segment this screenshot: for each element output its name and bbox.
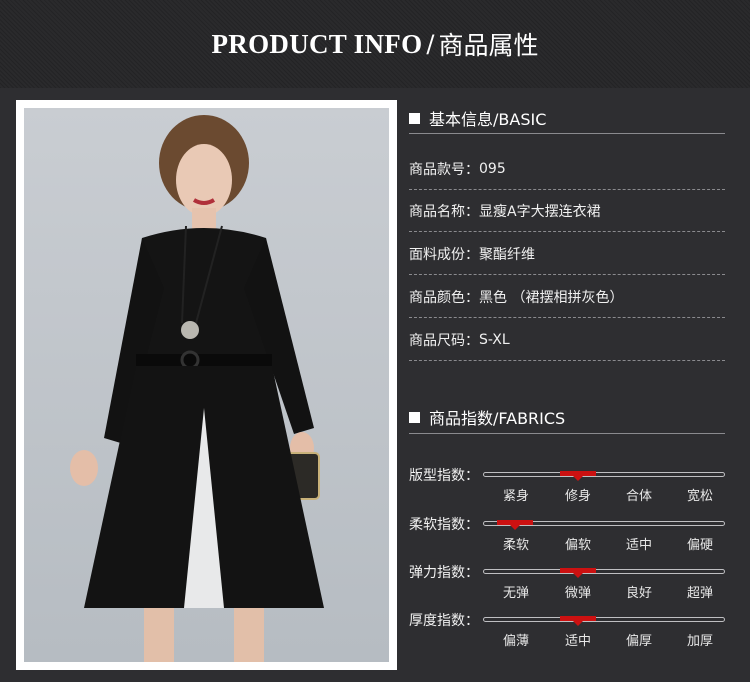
fabrics-title-text: 商品指数/FABRICS [429,409,566,428]
index-marker [497,520,533,530]
fabrics-divider [409,433,725,434]
index-option: 偏厚 [625,634,652,649]
index-scale-bar [483,569,725,574]
info-value: 显瘦A字大摆连衣裙 [479,203,601,220]
index-marker [560,616,596,626]
index-option: 偏薄 [502,634,529,649]
index-option: 超弹 [686,586,713,601]
info-label: 商品名称： [409,203,479,220]
model-photo-illustration [70,115,324,662]
index-row-fit: 版型指数： 紧身 修身 合体 宽松 [409,465,729,513]
header-title-en: PRODUCT INFO [211,28,423,59]
index-option: 紧身 [502,489,529,504]
square-bullet-icon [409,411,420,423]
info-row-style-no: 商品款号： 095 [409,148,725,190]
info-value: S-XL [479,331,510,348]
index-option: 合体 [625,489,652,504]
info-label: 商品尺码： [409,332,479,349]
index-option: 适中 [625,538,652,553]
index-option: 偏软 [564,538,591,553]
info-row-fabric: 面料成份： 聚酯纤维 [409,233,725,275]
index-row-softness: 柔软指数： 柔软 偏软 适中 偏硬 [409,514,729,562]
index-scale-bar [483,472,725,477]
product-photo-frame [16,100,397,670]
index-option: 偏硬 [686,538,713,553]
basic-divider [409,133,725,134]
index-marker [560,568,596,578]
header-separator: / [426,30,435,58]
index-row-thickness: 厚度指数： 偏薄 适中 偏厚 加厚 [409,610,729,658]
product-photo [24,108,389,662]
info-label: 面料成份： [409,246,479,263]
header-title-cn: 商品属性 [438,31,539,60]
index-option: 无弹 [502,586,529,601]
index-option: 修身 [564,489,591,504]
index-row-elasticity: 弹力指数： 无弹 微弹 良好 超弹 [409,562,729,610]
index-scale-bar [483,617,725,622]
index-option: 适中 [564,634,591,649]
index-option: 加厚 [686,634,713,649]
info-row-size: 商品尺码： S-XL [409,319,725,361]
index-label: 弹力指数： [409,565,479,581]
index-marker [560,471,596,481]
index-option: 微弹 [564,586,591,601]
info-row-color: 商品颜色： 黑色 （裙摆相拼灰色） [409,276,725,318]
index-option: 柔软 [502,538,529,553]
basic-section-title: 基本信息/BASIC [409,106,546,130]
index-label: 厚度指数： [409,613,479,629]
info-value: 聚酯纤维 [479,246,535,263]
info-row-name: 商品名称： 显瘦A字大摆连衣裙 [409,190,725,232]
index-option: 良好 [625,586,652,601]
square-bullet-icon [409,112,420,124]
index-label: 版型指数： [409,468,479,484]
info-value: 095 [479,160,506,177]
info-value: 黑色 （裙摆相拼灰色） [479,289,624,306]
index-label: 柔软指数： [409,517,479,533]
basic-title-text: 基本信息/BASIC [429,110,547,129]
info-label: 商品款号： [409,161,479,178]
index-option: 宽松 [686,489,713,504]
page-header: PRODUCT INFO / 商品属性 [0,0,750,88]
fabrics-section-title: 商品指数/FABRICS [409,405,565,429]
info-label: 商品颜色： [409,289,479,306]
